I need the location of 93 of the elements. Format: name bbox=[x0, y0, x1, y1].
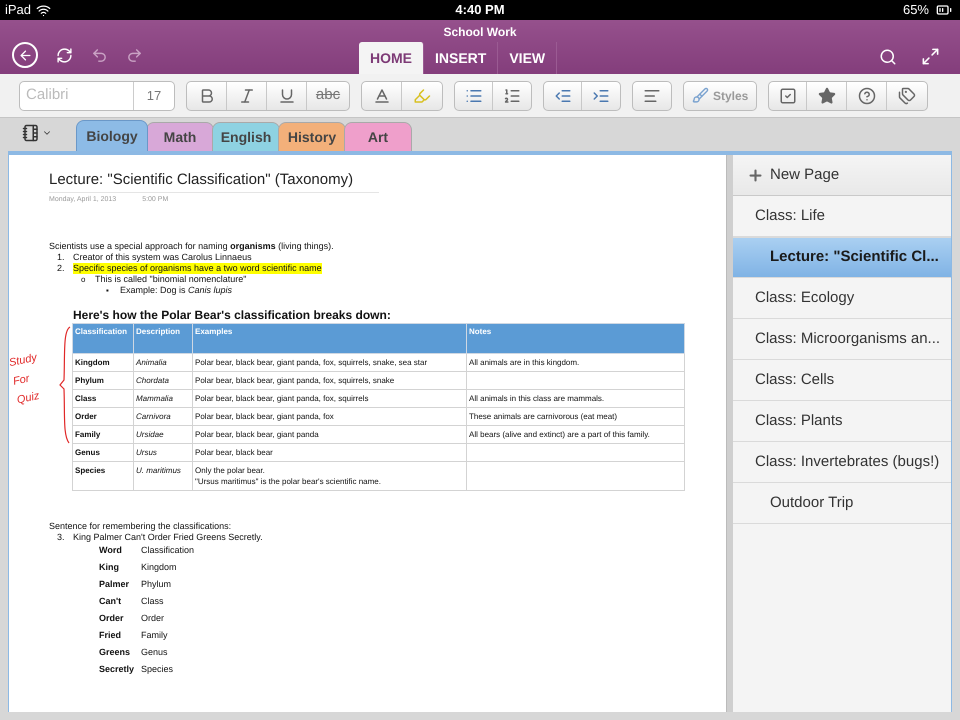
intro-text: Scientists use a special approach for naming organisms (living things). bbox=[49, 241, 335, 252]
checkbox-icon bbox=[778, 86, 797, 104]
font-size: 17 bbox=[146, 86, 162, 105]
column-header: Notes bbox=[466, 324, 684, 354]
list-text: Specific species of organisms have a two word scientific name bbox=[73, 263, 322, 274]
list-text: Example: Dog is Canis lupis bbox=[120, 285, 232, 296]
back-button[interactable] bbox=[12, 42, 38, 68]
section-tab[interactable]: Biology bbox=[76, 120, 148, 151]
font-field[interactable]: Calibri 17 bbox=[19, 80, 175, 110]
table-cell: Species bbox=[72, 462, 134, 490]
table-cell: Ursidae bbox=[134, 426, 192, 444]
brush-icon bbox=[692, 87, 709, 104]
table-cell: Polar bear, black bear, giant panda bbox=[192, 426, 466, 444]
mnemonic-meaning: Class bbox=[141, 596, 164, 607]
battery-percent: 65% bbox=[902, 1, 929, 20]
highlighter-icon bbox=[413, 86, 431, 104]
mnemonic-word: Greens bbox=[99, 647, 132, 658]
table-cell: These animals are carnivorous (eat meat) bbox=[466, 408, 684, 426]
column-header: Classification bbox=[72, 324, 134, 354]
mnemonic-meaning: Family bbox=[141, 630, 168, 641]
table-cell: Ursus bbox=[134, 444, 192, 462]
mnemonic-meaning: Kingdom bbox=[141, 562, 177, 573]
mnemonic-word: Word bbox=[99, 545, 123, 556]
table-cell: Only the polar bear. "Ursus maritimus" is the polar bear's scientific name. bbox=[192, 462, 466, 490]
note-title: Lecture: "Scientific Classification" (Taxonomy) bbox=[49, 170, 379, 193]
section-tab[interactable]: Math bbox=[146, 122, 214, 151]
bullet-marker: o bbox=[81, 274, 86, 285]
font-name: Calibri bbox=[20, 82, 134, 110]
strikethrough-button[interactable]: abc bbox=[307, 82, 349, 110]
numbered-list-icon bbox=[503, 86, 521, 104]
list-number: 3. bbox=[57, 532, 66, 543]
list-text: King Palmer Can't Order Fried Greens Secretly. bbox=[73, 532, 263, 543]
table-cell: Animalia bbox=[134, 354, 192, 372]
table-cell: Polar bear, black bear bbox=[192, 444, 466, 462]
column-header: Description bbox=[134, 324, 192, 354]
list-text: This is called "binomial nomenclature" bbox=[95, 274, 246, 285]
mnemonic-word: Fried bbox=[99, 630, 122, 641]
mnemonic-word: Order bbox=[99, 613, 125, 624]
plus-icon bbox=[747, 166, 764, 184]
table-cell: Mammalia bbox=[134, 390, 192, 408]
ribbon-tab[interactable]: HOME bbox=[359, 42, 424, 74]
expand-icon[interactable] bbox=[921, 47, 940, 66]
list-text: Creator of this system was Carolus Linnaeus bbox=[73, 252, 252, 263]
wifi-icon bbox=[36, 2, 52, 18]
section-tab[interactable]: History bbox=[278, 122, 346, 151]
underline-icon bbox=[278, 86, 296, 104]
table-cell: Polar bear, black bear, giant panda, fox, squirrels bbox=[192, 390, 466, 408]
redo-icon[interactable] bbox=[126, 46, 143, 64]
star-icon bbox=[818, 86, 836, 104]
device-name: iPad bbox=[5, 1, 32, 20]
list-number: 2. bbox=[57, 263, 66, 274]
table-cell: Order bbox=[72, 408, 134, 426]
table-cell: Carnivora bbox=[134, 408, 192, 426]
mnemonic-meaning: Phylum bbox=[141, 579, 172, 590]
table-cell: Polar bear, black bear, giant panda, fox, squirrels, snake, sea star bbox=[192, 354, 466, 372]
mnemonic-meaning: Classification bbox=[141, 545, 194, 556]
table-cell: Chordata bbox=[134, 372, 192, 390]
window-title: School Work bbox=[443, 24, 517, 41]
handwritten-note: Study For Quiz bbox=[9, 350, 42, 408]
mnemonic-word: Secretly bbox=[99, 664, 136, 675]
font-color-icon bbox=[372, 86, 390, 104]
section-tab[interactable]: Art bbox=[344, 122, 412, 151]
notebook-button[interactable] bbox=[20, 124, 52, 142]
page-item[interactable]: Lecture: "Scientific Cl... bbox=[733, 237, 951, 278]
mnemonic-meaning: Genus bbox=[141, 647, 168, 658]
table-cell: Polar bear, black bear, giant panda, fox bbox=[192, 408, 466, 426]
table-cell: Kingdom bbox=[72, 354, 134, 372]
table-cell: Class bbox=[72, 390, 134, 408]
table-cell: All animals are in this kingdom. bbox=[466, 354, 684, 372]
table-cell: U. maritimus bbox=[134, 462, 192, 490]
table-cell: All animals in this class are mammals. bbox=[466, 390, 684, 408]
mnemonic-word: Can't bbox=[99, 596, 122, 607]
table-cell: All bears (alive and extinct) are a part of this family. bbox=[466, 426, 684, 444]
mnemonic-meaning: Order bbox=[141, 613, 164, 624]
sync-icon[interactable] bbox=[56, 46, 73, 64]
undo-icon[interactable] bbox=[91, 46, 108, 64]
list-number: 1. bbox=[57, 252, 66, 263]
mnemonic-word: Palmer bbox=[99, 579, 130, 590]
table-cell: Polar bear, black bear, giant panda, fox, squirrels, snake bbox=[192, 372, 466, 390]
mnemonic-meaning: Species bbox=[141, 664, 174, 675]
clock: 4:40 PM bbox=[455, 1, 505, 20]
table-cell: Family bbox=[72, 426, 134, 444]
table-cell: Phylum bbox=[72, 372, 134, 390]
tags-icon bbox=[898, 86, 916, 104]
bullet-marker: ▪ bbox=[106, 285, 110, 296]
sentence-intro: Sentence for remembering the classifications: bbox=[49, 521, 232, 532]
section-tab[interactable]: English bbox=[212, 122, 280, 151]
search-icon[interactable] bbox=[879, 48, 897, 66]
table-cell: Genus bbox=[72, 444, 134, 462]
table-heading: Here's how the Polar Bear's classification breaks down: bbox=[73, 307, 392, 323]
mnemonic-word: King bbox=[99, 562, 120, 573]
column-header: Examples bbox=[192, 324, 466, 354]
help-icon bbox=[858, 86, 876, 104]
